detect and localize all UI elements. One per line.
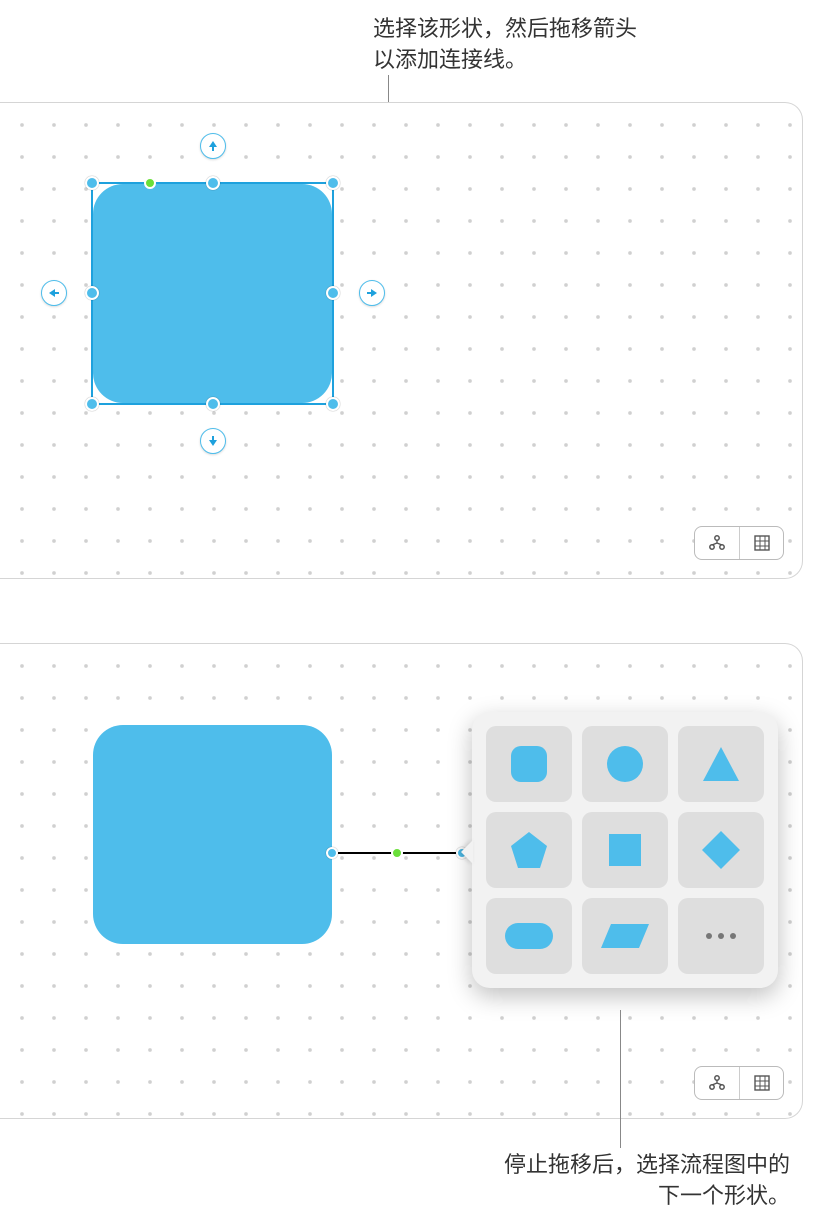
shape-option-capsule[interactable] [486,898,572,974]
resize-handle-se[interactable] [326,397,340,411]
grid-toggle-button[interactable] [739,527,783,559]
connect-arrow-right[interactable] [359,280,385,306]
canvas-toolbar [694,1066,784,1100]
connector-mid-handle[interactable] [391,847,403,859]
rotation-handle[interactable] [144,177,156,189]
resize-handle-s[interactable] [206,397,220,411]
shape-option-rounded-square[interactable] [486,726,572,802]
shape-option-diamond[interactable] [678,812,764,888]
shape-option-circle[interactable] [582,726,668,802]
canvas-panel-2 [0,643,803,1119]
resize-handle-nw[interactable] [85,176,99,190]
resize-handle-sw[interactable] [85,397,99,411]
source-shape[interactable] [93,725,332,944]
shape-option-triangle[interactable] [678,726,764,802]
callout-bottom: 停止拖移后，选择流程图中的 下一个形状。 [230,1150,790,1212]
selected-shape[interactable] [93,184,332,403]
shape-option-square[interactable] [582,812,668,888]
connect-arrow-down[interactable] [200,428,226,454]
shape-option-parallelogram[interactable] [582,898,668,974]
shape-option-more[interactable] [678,898,764,974]
leader-line-bottom [620,1010,621,1148]
callout-top: 选择该形状，然后拖移箭头 以添加连接线。 [373,14,637,76]
connect-arrow-left[interactable] [41,280,67,306]
shape-option-pentagon[interactable] [486,812,572,888]
resize-handle-n[interactable] [206,176,220,190]
resize-handle-w[interactable] [85,286,99,300]
canvas-toolbar [694,526,784,560]
shape-picker-popover [472,712,778,988]
connect-arrow-up[interactable] [200,133,226,159]
resize-handle-e[interactable] [326,286,340,300]
resize-handle-ne[interactable] [326,176,340,190]
diagram-mode-button[interactable] [695,527,739,559]
diagram-mode-button[interactable] [695,1067,739,1099]
grid-toggle-button[interactable] [739,1067,783,1099]
connector-start-point[interactable] [326,847,338,859]
canvas-panel-1 [0,102,803,579]
